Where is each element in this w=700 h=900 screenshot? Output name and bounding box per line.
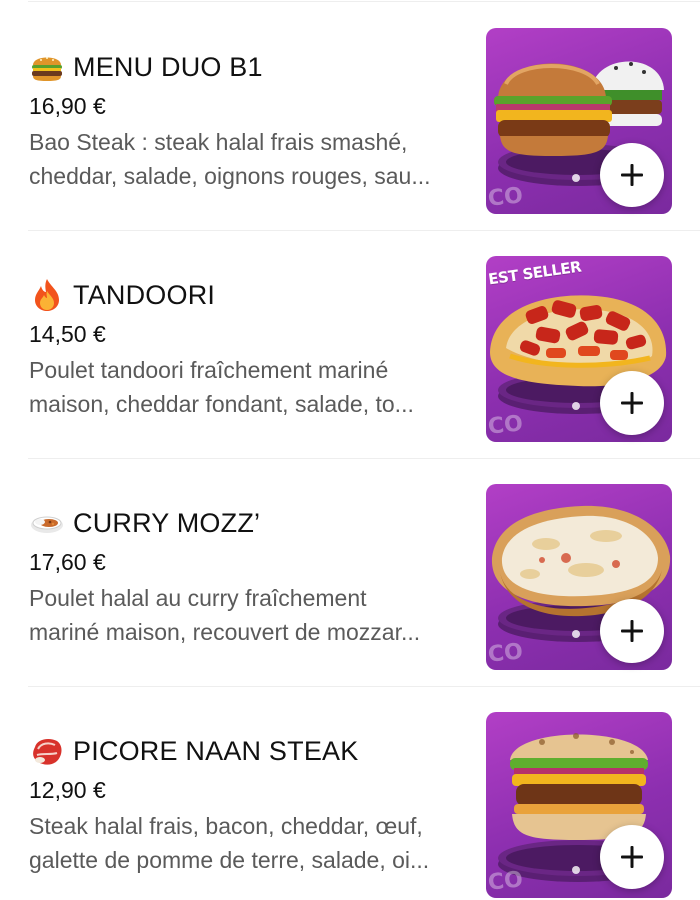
- burger-icon: [29, 49, 65, 85]
- description-line: Bao Steak : steak halal frais smashé,: [29, 129, 408, 155]
- menu-item-text: PICORE NAAN STEAK 12,90 € Steak halal fr…: [29, 731, 469, 877]
- menu-item-price: 14,50 €: [29, 321, 106, 347]
- add-button[interactable]: [600, 599, 664, 663]
- menu-item-title-row: TANDOORI: [29, 275, 469, 315]
- menu-item-text: CURRY MOZZ’ 17,60 € Poulet halal au curr…: [29, 503, 469, 649]
- description-line: mariné maison, recouvert de mozzar...: [29, 619, 421, 645]
- brand-watermark: CO: [486, 639, 525, 668]
- description-line: Poulet halal au curry fraîchement: [29, 585, 367, 611]
- menu-item-title: PICORE NAAN STEAK: [73, 735, 359, 766]
- plus-icon: [621, 164, 643, 186]
- add-button[interactable]: [600, 143, 664, 207]
- menu-item-description: Bao Steak : steak halal frais smashé, ch…: [29, 125, 469, 193]
- add-button[interactable]: [600, 371, 664, 435]
- menu-item-curry-mozz[interactable]: CURRY MOZZ’ 17,60 € Poulet halal au curr…: [0, 459, 700, 687]
- brand-watermark: CO: [486, 867, 525, 896]
- menu-item-text: MENU DUO B1 16,90 € Bao Steak : steak ha…: [29, 47, 469, 193]
- fire-icon: [29, 277, 65, 313]
- description-line: cheddar, salade, oignons rouges, sau...: [29, 163, 431, 189]
- plus-icon: [621, 620, 643, 642]
- description-line: Steak halal frais, bacon, cheddar, œuf,: [29, 813, 423, 839]
- menu-item-title: MENU DUO B1: [73, 51, 263, 82]
- menu-item-title-row: CURRY MOZZ’: [29, 503, 469, 543]
- menu-item-picore-naan-steak[interactable]: PICORE NAAN STEAK 12,90 € Steak halal fr…: [0, 687, 700, 900]
- menu-item-price: 16,90 €: [29, 93, 106, 119]
- menu-item-title-row: MENU DUO B1: [29, 47, 469, 87]
- brand-watermark: CO: [486, 411, 525, 440]
- menu-item-price: 17,60 €: [29, 549, 106, 575]
- menu-item-description: Steak halal frais, bacon, cheddar, œuf, …: [29, 809, 469, 877]
- steak-icon: [29, 733, 65, 769]
- menu-item-description: Poulet tandoori fraîchement mariné maiso…: [29, 353, 469, 421]
- menu-list: MENU DUO B1 16,90 € Bao Steak : steak ha…: [0, 0, 700, 900]
- menu-item-duo-b1[interactable]: MENU DUO B1 16,90 € Bao Steak : steak ha…: [0, 3, 700, 231]
- menu-item-tandoori[interactable]: TANDOORI 14,50 € Poulet tandoori fraîche…: [0, 231, 700, 459]
- divider: [28, 1, 700, 2]
- menu-item-price: 12,90 €: [29, 777, 106, 803]
- menu-item-text: TANDOORI 14,50 € Poulet tandoori fraîche…: [29, 275, 469, 421]
- description-line: maison, cheddar fondant, salade, to...: [29, 391, 414, 417]
- curry-icon: [29, 505, 65, 541]
- menu-item-description: Poulet halal au curry fraîchement mariné…: [29, 581, 469, 649]
- brand-watermark: CO: [486, 183, 525, 212]
- menu-item-title: CURRY MOZZ’: [73, 507, 261, 538]
- plus-icon: [621, 846, 643, 868]
- add-button[interactable]: [600, 825, 664, 889]
- description-line: galette de pomme de terre, salade, oi...: [29, 847, 430, 873]
- description-line: Poulet tandoori fraîchement mariné: [29, 357, 389, 383]
- menu-item-title: TANDOORI: [73, 279, 216, 310]
- menu-item-title-row: PICORE NAAN STEAK: [29, 731, 469, 771]
- plus-icon: [621, 392, 643, 414]
